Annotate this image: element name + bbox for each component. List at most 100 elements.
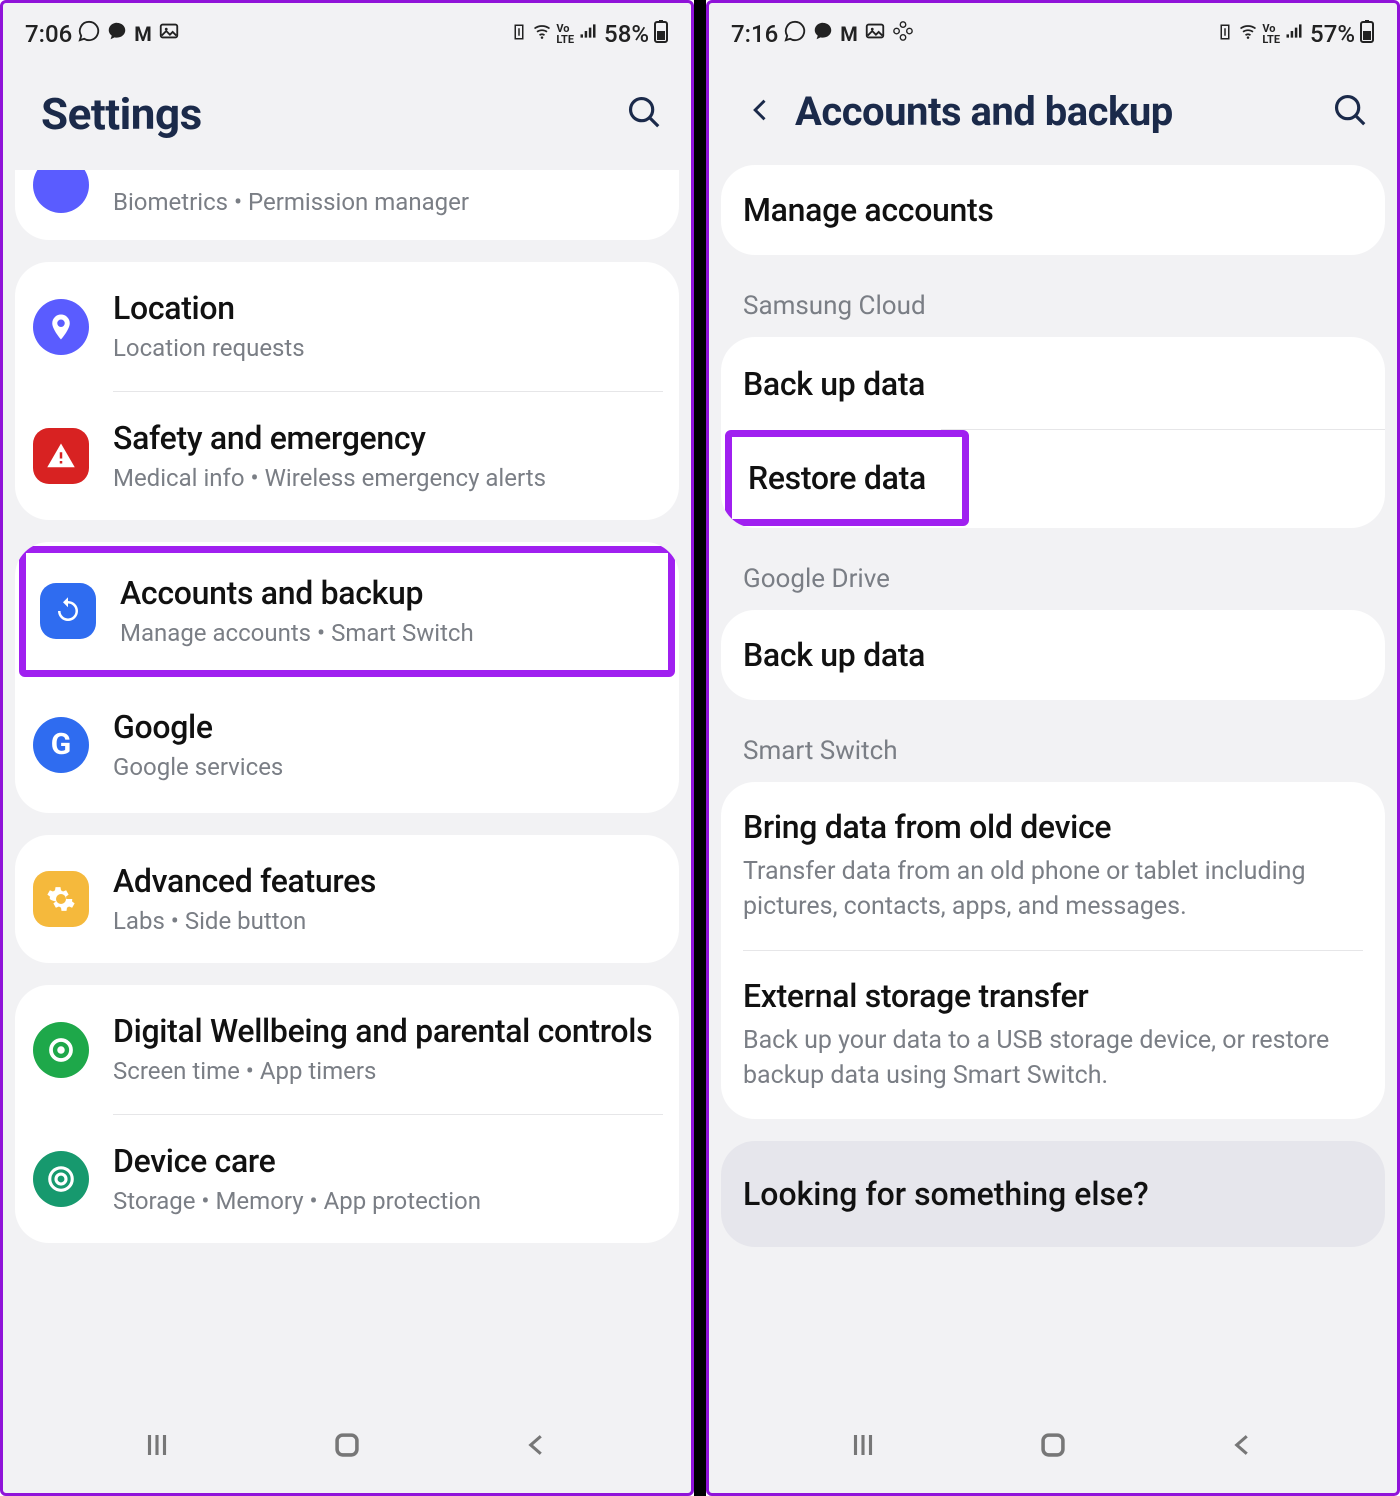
row-title: Safety and emergency (113, 418, 659, 458)
photo-icon (158, 20, 180, 48)
group-samsung-cloud: Samsung Cloud (721, 277, 1385, 337)
fan-icon (892, 20, 914, 48)
sync-icon (40, 583, 96, 639)
status-time: 7:16 (731, 20, 778, 48)
phone-right: 7:16 M VoLTE (706, 0, 1400, 1496)
card-samsung-cloud: Back up data Restore data (721, 337, 1385, 528)
settings-row-google[interactable]: G Google Google services (15, 681, 679, 809)
battery-saver-icon (510, 22, 528, 46)
nav-bar (3, 1415, 691, 1493)
row-subtitle: Location requests (113, 332, 659, 364)
row-title: Digital Wellbeing and parental controls (113, 1011, 659, 1051)
signal-icon (578, 21, 598, 46)
row-title: Advanced features (113, 861, 659, 901)
back-icon[interactable] (747, 91, 775, 133)
settings-row-biometrics[interactable]: Biometrics • Permission manager (15, 176, 679, 240)
alert-icon (33, 428, 89, 484)
battery-icon (1359, 19, 1375, 48)
settings-row-device-care[interactable]: Device care Storage • Memory • App prote… (15, 1115, 679, 1243)
settings-row-safety[interactable]: Safety and emergency Medical info • Wire… (15, 392, 679, 520)
card-smart-switch: Bring data from old device Transfer data… (721, 782, 1385, 1119)
accounts-content[interactable]: Manage accounts Samsung Cloud Back up da… (709, 165, 1397, 1415)
row-title: Accounts and backup (120, 573, 654, 613)
settings-row-location[interactable]: Location Location requests (15, 262, 679, 390)
row-title: Back up data (743, 365, 1363, 403)
search-icon[interactable] (1331, 91, 1369, 133)
page-title: Settings (41, 88, 202, 140)
nav-back[interactable] (522, 1430, 552, 1464)
battery-percent: 57% (1310, 20, 1355, 48)
settings-card-wellbeing: Digital Wellbeing and parental controls … (15, 985, 679, 1243)
row-subtitle: Back up your data to a USB storage devic… (743, 1023, 1363, 1093)
settings-content[interactable]: Biometrics • Permission manager Location… (3, 170, 691, 1415)
settings-row-accounts-backup[interactable]: Accounts and backup Manage accounts • Sm… (26, 553, 668, 669)
image-divider (694, 0, 706, 1496)
row-subtitle: Transfer data from an old phone or table… (743, 854, 1363, 924)
row-subtitle: Medical info • Wireless emergency alerts (113, 462, 659, 494)
card-google-drive: Back up data (721, 610, 1385, 700)
nav-home[interactable] (1036, 1428, 1070, 1466)
row-subtitle: Biometrics • Permission manager (113, 186, 659, 218)
looking-for-something[interactable]: Looking for something else? (721, 1141, 1385, 1247)
row-subtitle: Storage • Memory • App protection (113, 1185, 659, 1217)
row-backup-data-google[interactable]: Back up data (721, 610, 1385, 700)
status-bar: 7:16 M VoLTE (709, 3, 1397, 58)
group-google-drive: Google Drive (721, 550, 1385, 610)
highlight-accounts-backup: Accounts and backup Manage accounts • Sm… (19, 546, 675, 676)
nav-bar (709, 1415, 1397, 1493)
row-title: Back up data (743, 636, 1363, 674)
gmail-icon: M (840, 22, 858, 46)
location-icon (33, 299, 89, 355)
wellbeing-icon (33, 1022, 89, 1078)
google-icon: G (33, 717, 89, 773)
status-bar: 7:06 M VoLTE 58% (3, 3, 691, 58)
chat-icon (106, 20, 128, 48)
volte-icon: VoLTE (1262, 23, 1280, 45)
shield-icon (33, 170, 89, 213)
card-manage-accounts: Manage accounts (721, 165, 1385, 255)
settings-row-advanced[interactable]: Advanced features Labs • Side button (15, 835, 679, 963)
battery-percent: 58% (604, 20, 649, 48)
chat-icon (812, 20, 834, 48)
row-restore-data[interactable]: Restore data (732, 437, 962, 519)
nav-back[interactable] (1228, 1430, 1258, 1464)
row-title: Google (113, 707, 659, 747)
photo-icon (864, 20, 886, 48)
page-title: Accounts and backup (795, 88, 1173, 135)
row-external-storage[interactable]: External storage transfer Back up your d… (721, 951, 1385, 1119)
status-time: 7:06 (25, 20, 72, 48)
nav-home[interactable] (330, 1428, 364, 1466)
row-subtitle: Screen time • App timers (113, 1055, 659, 1087)
group-smart-switch: Smart Switch (721, 722, 1385, 782)
battery-saver-icon (1216, 22, 1234, 46)
phone-left: 7:06 M VoLTE 58% (0, 0, 694, 1496)
gear-icon (33, 871, 89, 927)
whatsapp-icon (78, 20, 100, 48)
settings-header: Settings (3, 58, 691, 170)
search-icon[interactable] (625, 93, 663, 135)
row-subtitle: Manage accounts • Smart Switch (120, 617, 654, 649)
row-backup-data-samsung[interactable]: Back up data (721, 339, 1385, 429)
nav-recents[interactable] (142, 1430, 172, 1464)
row-title: Restore data (748, 459, 926, 497)
volte-icon: VoLTE (556, 23, 574, 45)
signal-icon (1284, 21, 1304, 46)
nav-recents[interactable] (848, 1430, 878, 1464)
row-title: Bring data from old device (743, 808, 1363, 846)
battery-icon (653, 19, 669, 48)
gmail-icon: M (134, 22, 152, 46)
row-subtitle: Google services (113, 751, 659, 783)
device-care-icon (33, 1151, 89, 1207)
highlight-restore-data: Restore data (725, 430, 969, 526)
row-title: Manage accounts (743, 191, 1363, 229)
whatsapp-icon (784, 20, 806, 48)
settings-card-advanced: Advanced features Labs • Side button (15, 835, 679, 963)
settings-card-accounts: Accounts and backup Manage accounts • Sm… (15, 542, 679, 813)
settings-row-wellbeing[interactable]: Digital Wellbeing and parental controls … (15, 985, 679, 1113)
settings-card-location: Location Location requests Safety and em… (15, 262, 679, 520)
row-title: Device care (113, 1141, 659, 1181)
row-manage-accounts[interactable]: Manage accounts (721, 165, 1385, 255)
accounts-header: Accounts and backup (709, 58, 1397, 165)
wifi-icon (532, 21, 552, 46)
row-bring-data[interactable]: Bring data from old device Transfer data… (721, 782, 1385, 950)
